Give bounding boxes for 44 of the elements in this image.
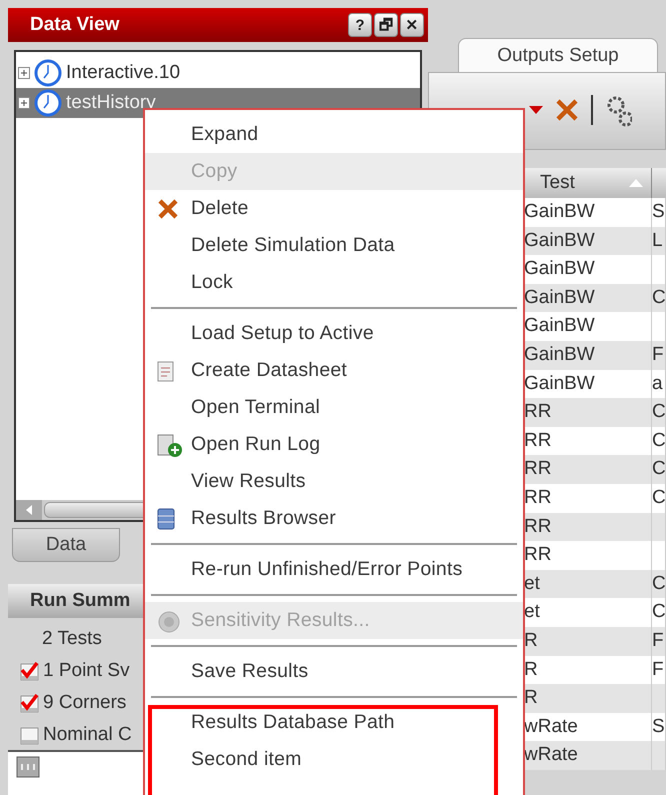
menu-item[interactable]: Delete Simulation Data (145, 227, 523, 264)
tree-item[interactable]: Interactive.10 (16, 58, 420, 88)
chip-icon (16, 756, 40, 778)
clock-icon (34, 59, 62, 87)
log-icon (157, 434, 183, 458)
summary-text: 2 Tests (42, 628, 102, 650)
checkbox[interactable] (20, 725, 40, 746)
section-title: Run Summ (30, 590, 130, 612)
checkbox-label: 1 Point Sv (43, 660, 130, 682)
tab[interactable]: Outputs Setup (458, 38, 658, 72)
delete-icon[interactable] (555, 98, 579, 122)
menu-item[interactable]: View Results (145, 463, 523, 500)
menu-item[interactable]: Results Database Path (145, 704, 523, 741)
menu-item[interactable]: Expand (145, 116, 523, 153)
checkbox-label: 9 Corners (43, 692, 126, 714)
menu-item[interactable]: Delete (145, 190, 523, 227)
tab[interactable]: Data (12, 528, 120, 562)
menu-item[interactable]: Second item (145, 741, 523, 778)
menu-item[interactable]: Load Setup to Active (145, 315, 523, 352)
menu-item[interactable]: Open Run Log (145, 426, 523, 463)
toolbar-divider (591, 95, 594, 125)
clock-icon (34, 89, 62, 117)
delete-icon (157, 198, 179, 220)
menu-item[interactable]: Open Terminal (145, 389, 523, 426)
menu-item[interactable]: Results Browser (145, 500, 523, 537)
menu-item[interactable]: Save Results (145, 653, 523, 690)
expand-icon (18, 97, 30, 109)
menu-item[interactable]: Re-run Unfinished/Error Points (145, 551, 523, 588)
panel-title: Data View (30, 14, 120, 36)
caret-icon[interactable] (529, 105, 543, 115)
checkbox-label: Nominal C (43, 724, 132, 746)
left-arrow-icon[interactable] (24, 504, 34, 516)
expand-icon (18, 67, 30, 79)
window-button[interactable]: 🗗 (374, 13, 398, 37)
checkbox[interactable] (20, 660, 40, 681)
window-button[interactable]: ✕ (400, 13, 424, 37)
database-icon (157, 508, 175, 530)
menu-item[interactable]: Create Datasheet (145, 352, 523, 389)
disc-icon (157, 610, 181, 634)
checkbox[interactable] (20, 693, 40, 714)
document-icon (157, 360, 175, 382)
menu-item[interactable]: Lock (145, 264, 523, 301)
window-button[interactable]: ? (348, 13, 372, 37)
column-header[interactable]: Test (540, 172, 575, 194)
